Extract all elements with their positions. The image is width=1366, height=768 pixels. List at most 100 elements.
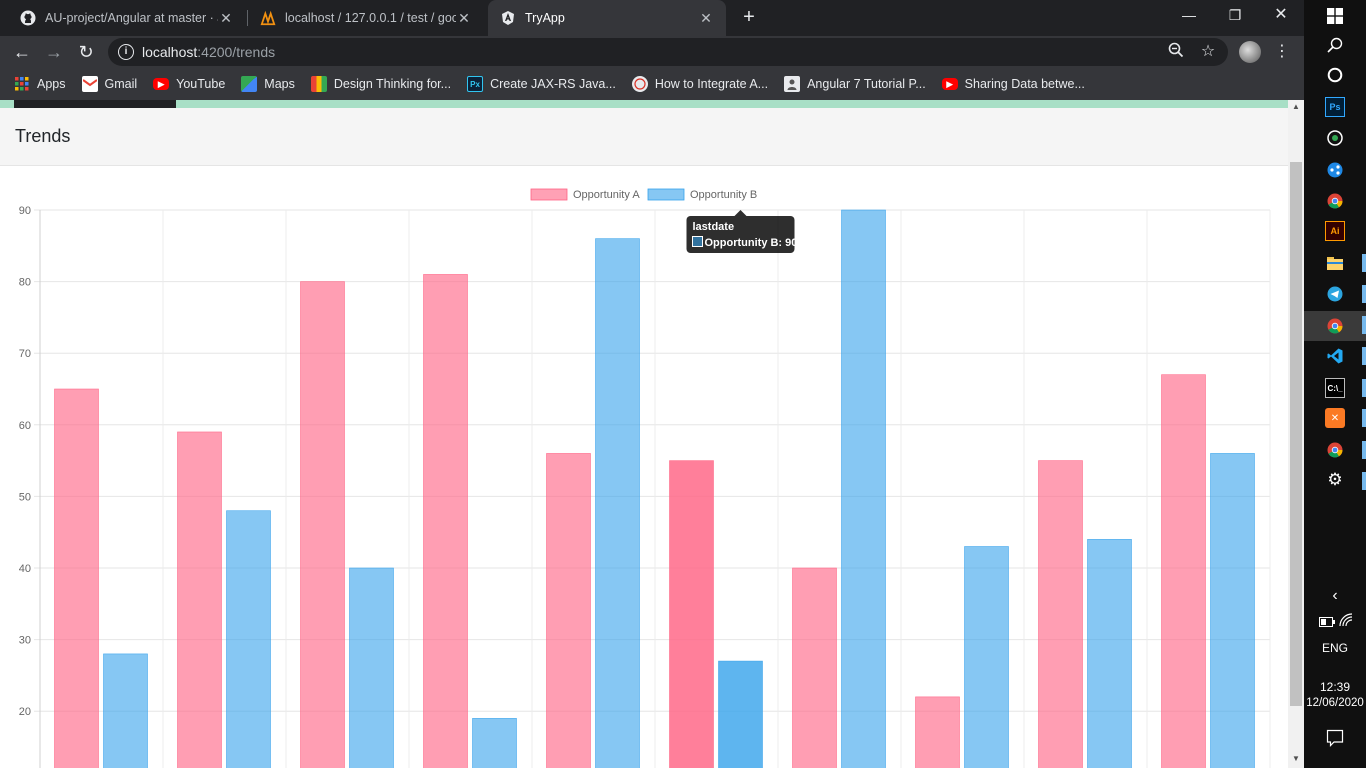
- angular-icon: [500, 10, 516, 26]
- bookmark-maps[interactable]: Maps: [241, 76, 295, 92]
- chrome-icon[interactable]: [1325, 440, 1345, 460]
- chart-bar-a: [669, 460, 714, 768]
- tab-title: localhost / 127.0.0.1 / test / goog: [285, 11, 456, 25]
- xampp-icon[interactable]: ✕: [1325, 408, 1345, 428]
- close-window-button[interactable]: ✕: [1258, 0, 1304, 32]
- legend-label: Opportunity A: [573, 189, 640, 201]
- cortana-icon[interactable]: [1325, 65, 1345, 85]
- bookmark-jax-rs[interactable]: Px Create JAX-RS Java...: [467, 76, 616, 92]
- running-indicator: [1362, 347, 1366, 365]
- bookmark-sharing-data[interactable]: ▶ Sharing Data betwe...: [941, 77, 1085, 91]
- running-indicator: [1362, 472, 1366, 490]
- y-tick-label: 30: [19, 635, 31, 647]
- cmd-icon[interactable]: C:\_: [1325, 378, 1345, 398]
- running-indicator: [1362, 409, 1366, 427]
- page-content: Trends 20 30 40 50 60 70 80 90 Opportunity A Opp…: [0, 100, 1288, 768]
- bookmark-youtube[interactable]: ▶ YouTube: [153, 77, 225, 91]
- chart-bar-b: [103, 653, 148, 768]
- zoom-icon[interactable]: [1166, 42, 1186, 62]
- close-icon[interactable]: ✕: [218, 10, 234, 27]
- chart-bar-b: [841, 209, 886, 768]
- chart-bar-a: [54, 388, 99, 768]
- bookmark-star-icon[interactable]: ☆: [1198, 42, 1218, 62]
- chart-bar-b: [1087, 539, 1132, 768]
- clock-date[interactable]: 12/06/2020: [1304, 697, 1366, 709]
- y-tick-label: 40: [19, 563, 31, 575]
- tab-phpmyadmin[interactable]: localhost / 127.0.0.1 / test / goog ✕: [248, 0, 484, 36]
- windows-start-icon[interactable]: [1325, 6, 1345, 26]
- reload-button[interactable]: ↻: [74, 40, 98, 64]
- maps-icon: [241, 76, 258, 92]
- scroll-up-arrow-icon[interactable]: ▲: [1288, 100, 1304, 114]
- chart-bar-b: [595, 238, 640, 768]
- forward-button[interactable]: →: [42, 40, 66, 64]
- y-tick-label: 20: [19, 706, 31, 718]
- bookmark-gmail[interactable]: Gmail: [81, 76, 137, 92]
- language-indicator[interactable]: ENG: [1304, 641, 1366, 655]
- phpmyadmin-icon: [260, 10, 276, 26]
- legend-swatch: [647, 188, 685, 201]
- card-header: Trends: [0, 108, 1288, 166]
- wifi-icon[interactable]: [1336, 610, 1356, 630]
- tooltip-caret: [734, 210, 747, 216]
- settings-icon[interactable]: ⚙: [1325, 470, 1345, 490]
- tab-tryapp[interactable]: TryApp ✕: [488, 0, 726, 36]
- notification-icon[interactable]: [1325, 728, 1345, 748]
- camera-app-icon[interactable]: [1325, 128, 1345, 148]
- chart-bar-b: [1210, 453, 1255, 768]
- address-bar[interactable]: i localhost:4200/trends ☆: [108, 38, 1228, 66]
- vscode-icon[interactable]: [1325, 346, 1345, 366]
- tab-title: AU-project/Angular at master · Ja: [45, 11, 218, 25]
- close-icon[interactable]: ✕: [456, 10, 472, 27]
- bookmark-label: Design Thinking for...: [333, 77, 452, 91]
- browser-window: AU-project/Angular at master · Ja ✕ loca…: [0, 0, 1304, 768]
- restore-button[interactable]: ❐: [1212, 0, 1258, 32]
- chart-bar-b: [472, 718, 517, 768]
- profile-avatar[interactable]: [1239, 41, 1261, 63]
- url-text[interactable]: localhost:4200/trends: [142, 44, 275, 60]
- share-app-icon[interactable]: [1325, 160, 1345, 180]
- chrome-icon[interactable]: [1325, 191, 1345, 211]
- chart-bar-b: [964, 546, 1009, 768]
- clock-time[interactable]: 12:39: [1304, 680, 1366, 694]
- close-icon[interactable]: ✕: [698, 10, 714, 27]
- trends-bar-chart[interactable]: 20 30 40 50 60 70 80 90 Opportunity A Opportunit…: [0, 166, 1288, 768]
- legend-swatch: [530, 188, 568, 201]
- new-tab-button[interactable]: +: [737, 6, 761, 30]
- illustrator-icon[interactable]: Ai: [1325, 221, 1345, 241]
- chrome-menu-icon[interactable]: ⋮: [1274, 40, 1290, 64]
- chevron-left-icon[interactable]: ‹: [1325, 586, 1345, 606]
- running-indicator: [1362, 316, 1366, 334]
- running-indicator: [1362, 441, 1366, 459]
- tooltip-value: Opportunity B: 90: [705, 237, 798, 249]
- bookmark-label: Angular 7 Tutorial P...: [807, 77, 926, 91]
- minimize-button[interactable]: —: [1166, 0, 1212, 32]
- back-button[interactable]: ←: [10, 40, 34, 64]
- battery-icon[interactable]: [1317, 612, 1337, 632]
- photoshop-icon[interactable]: Ps: [1325, 97, 1345, 117]
- bookmark-angular-tutorial[interactable]: Angular 7 Tutorial P...: [784, 76, 926, 92]
- chart-bar-a: [915, 696, 960, 768]
- legend-label: Opportunity B: [690, 189, 757, 201]
- file-explorer-icon[interactable]: [1325, 253, 1345, 273]
- bookmark-label: Create JAX-RS Java...: [490, 77, 616, 91]
- bookmark-integrate[interactable]: How to Integrate A...: [631, 76, 769, 92]
- chart-bar-a: [423, 274, 468, 768]
- chart-bar-b: [349, 567, 394, 768]
- bookmark-label: How to Integrate A...: [654, 77, 769, 91]
- tab-github[interactable]: AU-project/Angular at master · Ja ✕: [8, 0, 246, 36]
- tab-title: TryApp: [525, 11, 565, 25]
- chart-bar-a: [1038, 460, 1083, 768]
- page-title: Trends: [15, 126, 71, 146]
- bookmark-apps[interactable]: Apps: [14, 76, 66, 92]
- design-thinking-icon: [310, 76, 327, 92]
- y-tick-label: 50: [19, 491, 31, 503]
- bookmark-design-thinking[interactable]: Design Thinking for...: [310, 76, 452, 92]
- page-scrollbar[interactable]: ▲ ▼: [1288, 100, 1304, 768]
- chrome-active-icon[interactable]: [1325, 316, 1345, 336]
- search-icon[interactable]: [1325, 35, 1345, 55]
- scrollbar-thumb[interactable]: [1290, 162, 1302, 706]
- info-icon[interactable]: i: [118, 44, 134, 60]
- scroll-down-arrow-icon[interactable]: ▼: [1288, 752, 1304, 766]
- telegram-icon[interactable]: [1325, 284, 1345, 304]
